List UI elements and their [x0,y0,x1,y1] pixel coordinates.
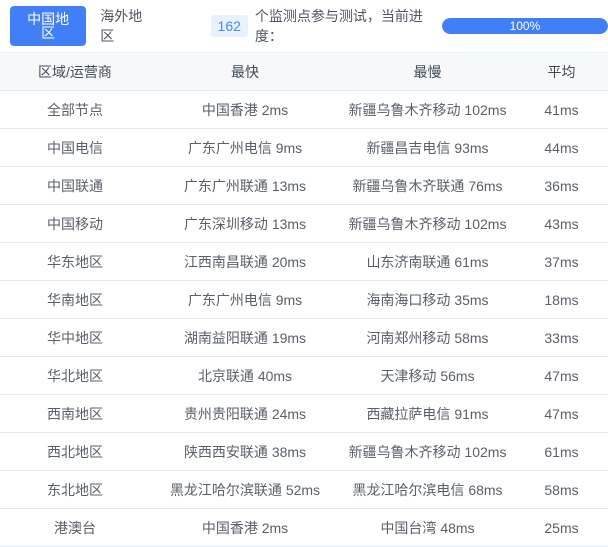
cell-average: 58ms [544,481,579,498]
cell-fastest: 北京联通 40ms [197,367,293,384]
progress-bar: 100% [441,18,608,34]
cell-slowest: 新疆乌鲁木齐移动 102ms [348,443,507,460]
table-row: 全部节点 中国香港 2ms 新疆乌鲁木齐移动 102ms 41ms [0,91,608,129]
monitor-count-badge: 162 [210,14,248,38]
table-row: 华北地区 北京联通 40ms 天津移动 56ms 47ms [0,357,608,395]
cell-region-carrier: 华中地区 [47,329,103,346]
cell-slowest: 新疆乌鲁木齐联通 76ms [352,177,503,194]
cell-region-carrier: 华南地区 [47,291,103,308]
cell-average: 47ms [544,405,579,422]
cell-slowest: 黑龙江哈尔滨电信 68ms [352,481,503,498]
cell-average: 47ms [544,367,579,384]
table-row: 中国电信 广东广州电信 9ms 新疆昌吉电信 93ms 44ms [0,129,608,167]
cell-average: 36ms [544,177,579,194]
cell-slowest: 新疆昌吉电信 93ms [366,139,489,156]
progress-percentage-label: 100% [509,19,541,33]
cell-average: 25ms [544,519,579,536]
cell-region-carrier: 西南地区 [47,405,103,422]
table-body: 全部节点 中国香港 2ms 新疆乌鲁木齐移动 102ms 41ms 中国电信 广东广州电信… [0,91,608,547]
table-row: 中国联通 广东广州联通 13ms 新疆乌鲁木齐联通 76ms 36ms [0,167,608,205]
cell-fastest: 广东深圳移动 13ms [183,215,307,232]
cell-average: 41ms [544,101,579,118]
progress-fill: 100% [441,18,608,34]
cell-fastest: 陕西西安联通 38ms [183,443,307,460]
header-slowest: 最慢 [413,63,442,80]
cell-slowest: 西藏拉萨电信 91ms [366,405,489,422]
tab-china-region[interactable]: 中国地区 [10,6,87,46]
header-region-carrier: 区域/运营商 [38,63,112,80]
table-row: 西北地区 陕西西安联通 38ms 新疆乌鲁木齐移动 102ms 61ms [0,433,608,471]
cell-fastest: 贵州贵阳联通 24ms [183,405,307,422]
latency-table: 区域/运营商 最快 最慢 平均 全部节点 中国香港 2ms 新疆乌鲁木齐移动 102… [0,52,608,547]
cell-slowest: 河南郑州移动 58ms [366,329,489,346]
cell-region-carrier: 中国电信 [47,139,103,156]
table-header-row: 区域/运营商 最快 最慢 平均 [0,53,608,91]
monitor-progress-text: 个监测点参与测试，当前进度： [254,8,423,44]
cell-fastest: 广东广州电信 9ms [187,139,303,156]
cell-average: 37ms [544,253,579,270]
cell-average: 43ms [544,215,579,232]
header-average: 平均 [547,63,576,80]
tab-overseas-region[interactable]: 海外地区 [100,6,152,46]
cell-slowest: 海南海口移动 35ms [366,291,489,308]
cell-region-carrier: 西北地区 [47,443,103,460]
cell-region-carrier: 华东地区 [47,253,103,270]
table-row: 西南地区 贵州贵阳联通 24ms 西藏拉萨电信 91ms 47ms [0,395,608,433]
cell-slowest: 新疆乌鲁木齐移动 102ms [348,101,507,118]
cell-region-carrier: 东北地区 [47,481,103,498]
cell-average: 61ms [544,443,579,460]
cell-fastest: 中国香港 2ms [201,101,289,118]
cell-region-carrier: 全部节点 [47,101,103,118]
cell-slowest: 山东济南联通 61ms [366,253,489,270]
cell-fastest: 江西南昌联通 20ms [183,253,307,270]
cell-fastest: 广东广州联通 13ms [183,177,307,194]
cell-slowest: 中国台湾 48ms [380,519,475,536]
table-row: 华中地区 湖南益阳联通 19ms 河南郑州移动 58ms 33ms [0,319,608,357]
header-fastest: 最快 [231,63,259,80]
topbar: 中国地区 海外地区 162 个监测点参与测试，当前进度： 100% [0,0,608,52]
table-row: 东北地区 黑龙江哈尔滨联通 52ms 黑龙江哈尔滨电信 68ms 58ms [0,471,608,509]
cell-fastest: 广东广州电信 9ms [187,291,303,308]
cell-slowest: 天津移动 56ms [380,367,475,384]
cell-average: 33ms [544,329,579,346]
cell-average: 44ms [544,139,579,156]
cell-average: 18ms [544,291,579,308]
cell-slowest: 新疆乌鲁木齐移动 102ms [348,215,507,232]
table-row: 中国移动 广东深圳移动 13ms 新疆乌鲁木齐移动 102ms 43ms [0,205,608,243]
cell-region-carrier: 华北地区 [47,367,103,384]
cell-fastest: 中国香港 2ms [201,519,289,536]
cell-region-carrier: 中国联通 [47,177,103,194]
speedtest-panel: 中国地区 海外地区 162 个监测点参与测试，当前进度： 100% 区域/运营商… [0,0,608,547]
cell-region-carrier: 中国移动 [47,215,103,232]
cell-fastest: 黑龙江哈尔滨联通 52ms [169,481,321,498]
cell-fastest: 湖南益阳联通 19ms [183,329,307,346]
table-row: 华东地区 江西南昌联通 20ms 山东济南联通 61ms 37ms [0,243,608,281]
table-row: 华南地区 广东广州电信 9ms 海南海口移动 35ms 18ms [0,281,608,319]
cell-region-carrier: 港澳台 [54,519,96,536]
table-row: 港澳台 中国香港 2ms 中国台湾 48ms 25ms [0,509,608,547]
